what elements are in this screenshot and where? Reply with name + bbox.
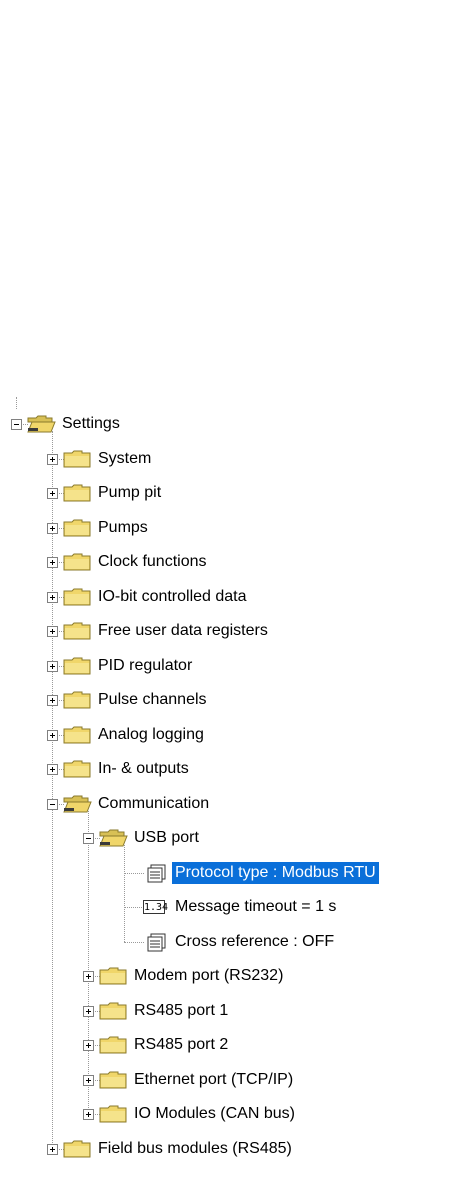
folder-icon: [62, 656, 92, 676]
tree-node-label[interactable]: Cross reference : OFF: [172, 931, 337, 953]
expand-plus-icon[interactable]: [47, 695, 58, 706]
expand-plus-icon[interactable]: [47, 453, 58, 465]
folder-icon: [62, 725, 92, 745]
folder-icon: [62, 587, 92, 607]
expand-plus-icon[interactable]: [83, 1109, 94, 1120]
folder-open-icon: [98, 828, 128, 848]
expand-plus-icon[interactable]: [47, 764, 58, 775]
tree-node-label[interactable]: PID regulator: [95, 655, 195, 677]
tree-node-label[interactable]: IO Modules (CAN bus): [131, 1103, 298, 1125]
list-item-icon: [139, 863, 169, 883]
tree-node-label[interactable]: Pulse channels: [95, 689, 210, 711]
tree-node-label[interactable]: Modem port (RS232): [131, 965, 286, 987]
folder-icon: [62, 449, 92, 469]
folder-icon: [62, 759, 92, 779]
collapse-minus-icon[interactable]: [11, 419, 22, 430]
tree-node-message-timeout[interactable]: 1.34 Message timeout = 1 s: [0, 892, 476, 922]
tree-node-io-bit-controlled-data[interactable]: IO-bit controlled data: [0, 582, 476, 612]
settings-tree-view[interactable]: Settings System Pump pit Pumps Clock functio…: [0, 0, 476, 1193]
tree-node-label[interactable]: Ethernet port (TCP/IP): [131, 1069, 296, 1091]
tree-node-label[interactable]: USB port: [131, 827, 202, 849]
expand-plus-icon[interactable]: [47, 557, 58, 568]
tree-node-label[interactable]: Message timeout = 1 s: [172, 896, 339, 918]
tree-node-label[interactable]: RS485 port 2: [131, 1034, 231, 1056]
tree-node-label[interactable]: Analog logging: [95, 724, 207, 746]
numeric-value-icon-text: 1.34: [143, 900, 169, 914]
tree-node-field-bus-modules[interactable]: Field bus modules (RS485): [0, 1134, 476, 1164]
expand-plus-icon[interactable]: [83, 1074, 94, 1086]
folder-icon: [98, 966, 128, 986]
tree-node-label[interactable]: Communication: [95, 793, 212, 815]
tree-node-label[interactable]: In- & outputs: [95, 758, 192, 780]
folder-icon: [62, 621, 92, 641]
expand-plus-icon[interactable]: [47, 1143, 58, 1155]
numeric-value-icon: 1.34: [139, 897, 169, 917]
tree-node-io-modules[interactable]: IO Modules (CAN bus): [0, 1099, 476, 1129]
tree-guide-line: [16, 397, 17, 409]
tree-node-label[interactable]: Pump pit: [95, 482, 164, 504]
tree-node-in-outputs[interactable]: In- & outputs: [0, 754, 476, 784]
folder-icon: [62, 483, 92, 503]
tree-node-label[interactable]: Settings: [59, 413, 123, 435]
folder-icon: [62, 1139, 92, 1159]
tree-node-pump-pit[interactable]: Pump pit: [0, 478, 476, 508]
tree-node-usb-port[interactable]: USB port: [0, 823, 476, 853]
folder-icon: [98, 1070, 128, 1090]
tree-node-pid-regulator[interactable]: PID regulator: [0, 651, 476, 681]
tree-node-label[interactable]: RS485 port 1: [131, 1000, 231, 1022]
tree-node-rs485-port-2[interactable]: RS485 port 2: [0, 1030, 476, 1060]
tree-node-clock-functions[interactable]: Clock functions: [0, 547, 476, 577]
tree-node-analog-logging[interactable]: Analog logging: [0, 720, 476, 750]
collapse-minus-icon[interactable]: [83, 833, 94, 844]
tree-node-cross-reference[interactable]: Cross reference : OFF: [0, 927, 476, 957]
folder-icon: [98, 1001, 128, 1021]
tree-node-pulse-channels[interactable]: Pulse channels: [0, 685, 476, 715]
expand-plus-icon[interactable]: [47, 660, 58, 672]
tree-node-label[interactable]: IO-bit controlled data: [95, 586, 250, 608]
tree-node-label[interactable]: Pumps: [95, 517, 151, 539]
expand-plus-icon[interactable]: [47, 626, 58, 637]
tree-node-pumps[interactable]: Pumps: [0, 513, 476, 543]
expand-plus-icon[interactable]: [83, 971, 94, 982]
tree-node-communication[interactable]: Communication: [0, 789, 476, 819]
expand-plus-icon[interactable]: [47, 729, 58, 741]
folder-icon: [98, 1035, 128, 1055]
tree-node-label[interactable]: System: [95, 448, 154, 470]
expand-plus-icon[interactable]: [47, 591, 58, 603]
tree-node-free-user-data-registers[interactable]: Free user data registers: [0, 616, 476, 646]
tree-node-system[interactable]: System: [0, 444, 476, 474]
tree-node-ethernet-port[interactable]: Ethernet port (TCP/IP): [0, 1065, 476, 1095]
expand-plus-icon[interactable]: [47, 488, 58, 499]
tree-node-label[interactable]: Field bus modules (RS485): [95, 1138, 295, 1160]
folder-open-icon: [62, 794, 92, 814]
folder-icon: [62, 690, 92, 710]
tree-node-label[interactable]: Protocol type : Modbus RTU: [172, 861, 379, 884]
tree-node-label[interactable]: Clock functions: [95, 551, 210, 573]
collapse-minus-icon[interactable]: [47, 798, 58, 810]
folder-icon: [62, 552, 92, 572]
tree-node-modem-port[interactable]: Modem port (RS232): [0, 961, 476, 991]
folder-open-icon: [26, 414, 56, 434]
expand-plus-icon[interactable]: [47, 522, 58, 534]
tree-node-protocol-type[interactable]: Protocol type : Modbus RTU: [0, 858, 476, 888]
folder-icon: [98, 1104, 128, 1124]
tree-node-settings[interactable]: Settings: [0, 409, 476, 439]
tree-node-rs485-port-1[interactable]: RS485 port 1: [0, 996, 476, 1026]
list-item-icon: [139, 932, 169, 952]
expand-plus-icon[interactable]: [83, 1005, 94, 1017]
folder-icon: [62, 518, 92, 538]
tree-node-label[interactable]: Free user data registers: [95, 620, 271, 642]
expand-plus-icon[interactable]: [83, 1040, 94, 1051]
